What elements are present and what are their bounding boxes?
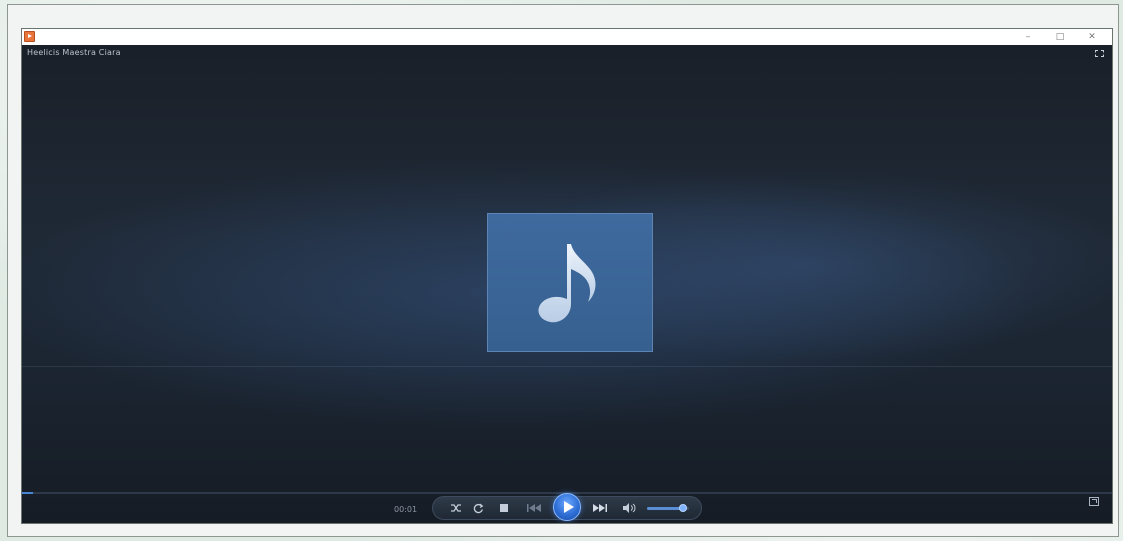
- minimize-button[interactable]: –: [1012, 29, 1044, 45]
- album-art: [487, 213, 653, 352]
- media-player-window: – □ ✕ Heelicis Maestra Ciara 00:01: [21, 28, 1113, 524]
- close-button[interactable]: ✕: [1076, 29, 1108, 45]
- shuffle-button[interactable]: [447, 497, 465, 519]
- music-note-icon: [538, 243, 596, 322]
- maximize-button[interactable]: □: [1044, 29, 1076, 45]
- elapsed-time: 00:01: [394, 505, 418, 514]
- now-playing-title: Heelicis Maestra Ciara: [27, 48, 121, 57]
- stop-button[interactable]: [495, 497, 513, 519]
- repeat-button[interactable]: [469, 497, 487, 519]
- seek-bar-progress: [22, 492, 33, 494]
- volume-slider-handle[interactable]: [679, 504, 687, 512]
- next-button[interactable]: [589, 497, 611, 519]
- previous-icon: [527, 504, 541, 512]
- next-icon: [593, 504, 607, 512]
- window-controls: – □ ✕: [1012, 29, 1108, 45]
- mute-button[interactable]: [619, 497, 639, 519]
- title-bar: – □ ✕: [22, 29, 1112, 45]
- playback-controls: [432, 493, 702, 521]
- play-button[interactable]: [553, 493, 581, 521]
- switch-to-compact-view-icon[interactable]: [1089, 497, 1099, 506]
- stop-icon: [500, 504, 508, 512]
- repeat-icon: [473, 503, 483, 513]
- fullscreen-icon[interactable]: [1095, 50, 1104, 57]
- divider-line: [22, 366, 1112, 367]
- volume-slider[interactable]: [647, 504, 689, 512]
- media-player-icon: [24, 31, 35, 42]
- previous-button[interactable]: [523, 497, 545, 519]
- now-playing-view: Heelicis Maestra Ciara 00:01: [22, 45, 1112, 523]
- volume-slider-fill: [647, 507, 683, 510]
- shuffle-icon: [451, 504, 461, 512]
- speaker-icon: [622, 503, 635, 513]
